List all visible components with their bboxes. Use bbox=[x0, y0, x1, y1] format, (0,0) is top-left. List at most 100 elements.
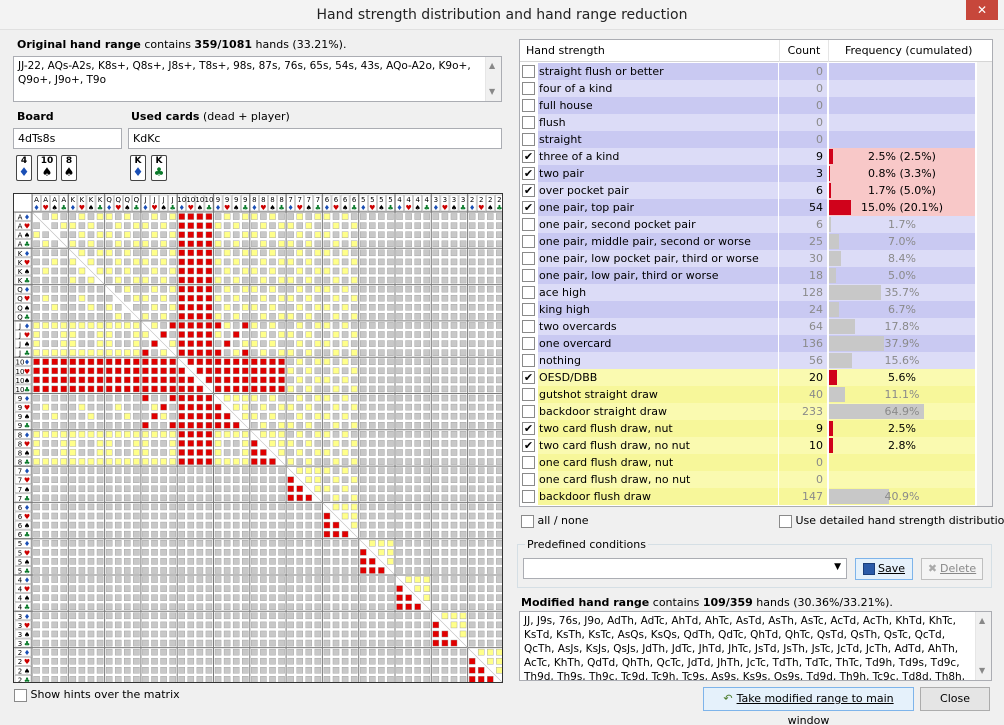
hand-strength-row[interactable]: ace high 128 35.7% bbox=[520, 284, 975, 301]
matrix-combo bbox=[51, 585, 58, 592]
matrix-row-suit: ♣ bbox=[24, 313, 30, 321]
hand-strength-row[interactable]: one pair, low pair, third or worse 18 5.0% bbox=[520, 267, 975, 284]
hand-strength-row[interactable]: straight flush or better 0 bbox=[520, 63, 975, 80]
matrix-combo bbox=[369, 367, 376, 375]
col-frequency[interactable]: Frequency (cumulated) bbox=[845, 44, 972, 57]
hand-strength-scrollbar[interactable] bbox=[977, 62, 992, 506]
matrix-combo bbox=[360, 385, 367, 393]
matrix-combo bbox=[378, 639, 385, 647]
matrix-combo bbox=[496, 367, 502, 375]
matrix-combo bbox=[396, 540, 403, 547]
row-checkbox[interactable] bbox=[522, 218, 535, 231]
matrix-combo bbox=[414, 304, 421, 311]
original-range-scrollbar[interactable]: ▲ ▼ bbox=[485, 57, 501, 101]
col-hand-strength[interactable]: Hand strength bbox=[526, 44, 605, 57]
col-count[interactable]: Count bbox=[779, 40, 829, 62]
predefined-select[interactable]: ▼ bbox=[523, 558, 847, 579]
detailed-checkbox[interactable] bbox=[779, 514, 792, 528]
row-checkbox[interactable] bbox=[522, 269, 535, 282]
row-checkbox[interactable] bbox=[522, 388, 535, 401]
row-checkbox[interactable]: ✔ bbox=[522, 422, 535, 435]
matrix-combo bbox=[87, 304, 95, 311]
hand-strength-row[interactable]: one pair, middle pair, second or worse 25… bbox=[520, 233, 975, 250]
matrix-combo bbox=[178, 567, 185, 574]
hand-strength-row[interactable]: king high 24 6.7% bbox=[520, 301, 975, 318]
hand-matrix[interactable]: A♦A ♦A♥A ♥A♠A ♠A♣A ♣K♦K ♦K♥K ♥K♠K ♠K♣K ♣Q♦Q ♦Q♥Q ♥… bbox=[13, 193, 503, 683]
row-checkbox[interactable] bbox=[522, 337, 535, 350]
row-checkbox[interactable]: ✔ bbox=[522, 201, 535, 214]
all-none-option[interactable]: all / none bbox=[521, 514, 589, 528]
row-checkbox[interactable] bbox=[522, 405, 535, 418]
matrix-combo bbox=[232, 431, 240, 438]
all-none-checkbox[interactable] bbox=[521, 514, 534, 528]
hand-strength-row[interactable]: ✔ one pair, top pair 54 15.0% (20.1%) bbox=[520, 199, 975, 216]
matrix-combo bbox=[278, 676, 285, 682]
matrix-combo bbox=[196, 603, 204, 611]
hand-strength-row[interactable]: flush 0 bbox=[520, 114, 975, 131]
row-checkbox[interactable]: ✔ bbox=[522, 167, 535, 180]
show-hints-checkbox[interactable] bbox=[14, 688, 27, 702]
hand-strength-row[interactable]: ✔ three of a kind 9 2.5% (2.5%) bbox=[520, 148, 975, 165]
matrix-combo bbox=[496, 503, 502, 511]
modified-range-scrollbar[interactable]: ▲ ▼ bbox=[975, 612, 991, 680]
matrix-combo bbox=[60, 331, 67, 338]
row-checkbox[interactable] bbox=[522, 456, 535, 469]
row-checkbox[interactable]: ✔ bbox=[522, 371, 535, 384]
hand-strength-row[interactable]: one card flush draw, nut 0 bbox=[520, 454, 975, 471]
matrix-combo bbox=[78, 567, 86, 574]
row-checkbox[interactable] bbox=[522, 82, 535, 95]
row-checkbox[interactable] bbox=[522, 490, 535, 503]
hand-strength-row[interactable]: full house 0 bbox=[520, 97, 975, 114]
matrix-combo bbox=[423, 258, 431, 266]
hand-strength-row[interactable]: four of a kind 0 bbox=[520, 80, 975, 97]
row-checkbox[interactable] bbox=[522, 354, 535, 367]
row-checkbox[interactable]: ✔ bbox=[522, 184, 535, 197]
modified-range-input[interactable]: JJ, J9s, 76s, J9o, AdTh, AdTc, AhTd, AhT… bbox=[519, 611, 992, 681]
board-input[interactable]: 4dTs8s bbox=[13, 128, 122, 149]
save-button[interactable]: Save bbox=[855, 558, 913, 580]
row-checkbox[interactable] bbox=[522, 303, 535, 316]
show-hints-option[interactable]: Show hints over the matrix bbox=[14, 688, 180, 702]
row-checkbox[interactable] bbox=[522, 235, 535, 248]
hand-strength-row[interactable]: ✔ two card flush draw, no nut 10 2.8% bbox=[520, 437, 975, 454]
matrix-combo bbox=[69, 340, 77, 347]
hand-strength-row[interactable]: backdoor straight draw 233 64.9% bbox=[520, 403, 975, 420]
hand-strength-row[interactable]: nothing 56 15.6% bbox=[520, 352, 975, 369]
hand-strength-row[interactable]: ✔ two card flush draw, nut 9 2.5% bbox=[520, 420, 975, 437]
hand-strength-row[interactable]: one pair, low pocket pair, third or wors… bbox=[520, 250, 975, 267]
hand-strength-row[interactable]: ✔ over pocket pair 6 1.7% (5.0%) bbox=[520, 182, 975, 199]
close-button[interactable]: Close bbox=[920, 687, 990, 711]
row-checkbox[interactable] bbox=[522, 286, 535, 299]
matrix-combo bbox=[296, 422, 303, 429]
window-close-button[interactable]: ✕ bbox=[966, 0, 998, 20]
row-checkbox[interactable] bbox=[522, 116, 535, 129]
row-checkbox[interactable] bbox=[522, 99, 535, 112]
matrix-col-rank: A bbox=[34, 196, 39, 204]
row-checkbox[interactable] bbox=[522, 133, 535, 146]
matrix-combo bbox=[223, 603, 231, 611]
detailed-option[interactable]: Use detailed hand strength distribution bbox=[779, 514, 1004, 528]
hand-strength-row[interactable]: one card flush draw, no nut 0 bbox=[520, 471, 975, 488]
hand-strength-row[interactable]: one overcard 136 37.9% bbox=[520, 335, 975, 352]
row-checkbox[interactable] bbox=[522, 252, 535, 265]
matrix-combo bbox=[414, 349, 421, 356]
original-range-input[interactable]: JJ-22, AQs-A2s, K8s+, Q8s+, J8s+, T8s+, … bbox=[13, 56, 502, 102]
matrix-combo bbox=[441, 667, 449, 674]
row-checkbox[interactable] bbox=[522, 65, 535, 78]
hand-strength-row[interactable]: backdoor flush draw 147 40.9% bbox=[520, 488, 975, 505]
matrix-combo bbox=[178, 367, 185, 375]
take-modified-range-button[interactable]: ↶ Take modified range to main window bbox=[703, 687, 914, 725]
row-checkbox[interactable]: ✔ bbox=[522, 439, 535, 452]
hand-strength-row[interactable]: straight 0 bbox=[520, 131, 975, 148]
hand-strength-row[interactable]: two overcards 64 17.8% bbox=[520, 318, 975, 335]
row-checkbox[interactable] bbox=[522, 320, 535, 333]
matrix-combo bbox=[232, 249, 240, 257]
hand-strength-row[interactable]: ✔ OESD/DBB 20 5.6% bbox=[520, 369, 975, 386]
hand-strength-row[interactable]: one pair, second pocket pair 6 1.7% bbox=[520, 216, 975, 233]
hand-strength-row[interactable]: ✔ two pair 3 0.8% (3.3%) bbox=[520, 165, 975, 182]
row-checkbox[interactable]: ✔ bbox=[522, 150, 535, 163]
delete-button[interactable]: ✖ Delete bbox=[921, 558, 983, 580]
used-cards-input[interactable]: KdKc bbox=[128, 128, 502, 149]
hand-strength-row[interactable]: gutshot straight draw 40 11.1% bbox=[520, 386, 975, 403]
row-checkbox[interactable] bbox=[522, 473, 535, 486]
